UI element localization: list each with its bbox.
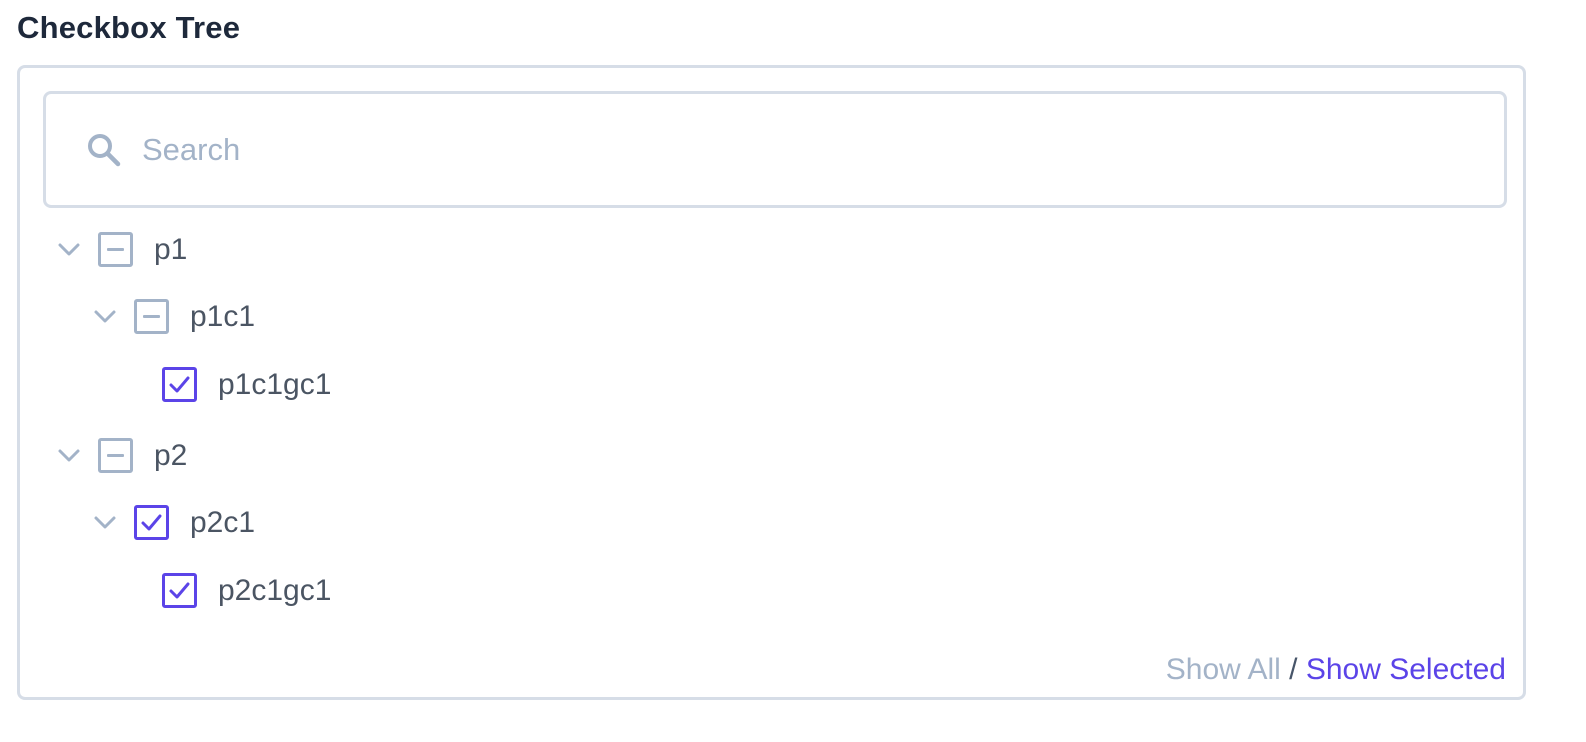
checkbox-checked[interactable]	[162, 573, 197, 608]
check-icon	[141, 514, 162, 531]
chevron-down-icon[interactable]	[54, 441, 84, 471]
checkbox-partial[interactable]	[98, 438, 133, 473]
chevron-down-icon[interactable]	[90, 302, 120, 332]
tree-node-label: p1c1gc1	[218, 368, 332, 401]
show-all-link[interactable]: Show All	[1166, 653, 1281, 686]
chevron-down-icon[interactable]	[54, 235, 84, 265]
tree-node-label: p2c1gc1	[218, 574, 332, 607]
show-selected-link[interactable]: Show Selected	[1306, 653, 1506, 686]
checkbox-checked[interactable]	[162, 367, 197, 402]
tree-node-label: p2c1	[190, 506, 256, 539]
checkbox-partial[interactable]	[98, 232, 133, 267]
tree-node-label: p2	[154, 439, 188, 472]
checkbox-checked[interactable]	[134, 505, 169, 540]
tree: p1 p1c1 p1c1gc1 p2 p2c1 p2c1gc1	[20, 68, 1523, 697]
tree-footer: Show All / Show Selected	[1166, 650, 1506, 690]
checkbox-tree-panel: p1 p1c1 p1c1gc1 p2	[17, 65, 1526, 700]
checkbox-partial[interactable]	[134, 299, 169, 334]
check-icon	[169, 376, 190, 393]
page-title: Checkbox Tree	[17, 10, 241, 45]
chevron-down-icon[interactable]	[90, 508, 120, 538]
tree-node-label: p1c1	[190, 300, 256, 333]
tree-node-label: p1	[154, 233, 188, 266]
check-icon	[169, 582, 190, 599]
footer-separator: /	[1289, 653, 1298, 686]
